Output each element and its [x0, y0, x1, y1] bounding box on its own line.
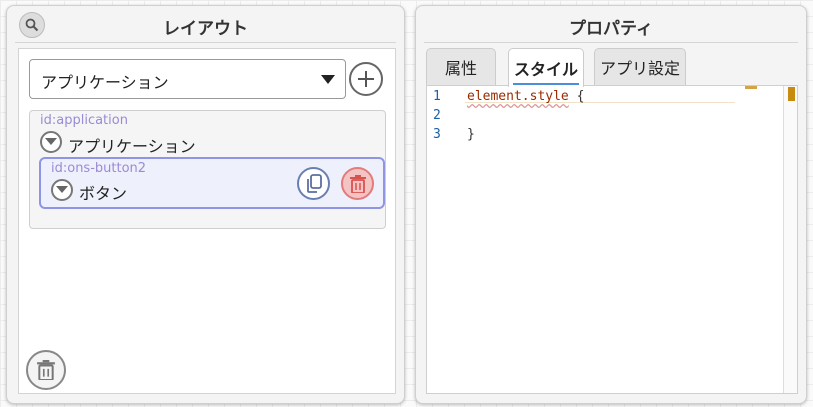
chevron-down-icon[interactable]: [40, 131, 62, 153]
layout-body: アプリケーション id:application アプリケーション id:ons-…: [18, 48, 396, 394]
layout-panel-title: レイアウト: [163, 19, 248, 39]
delete-node-button[interactable]: [341, 167, 374, 200]
copy-icon: [306, 173, 322, 193]
line-number: 3: [433, 127, 441, 142]
title-divider: [424, 42, 798, 43]
trash-icon: [37, 360, 55, 380]
tab-label: アプリ設定: [599, 59, 680, 78]
tree-child-id: id:ons-button2: [51, 161, 147, 176]
line-number: 1: [433, 89, 441, 104]
chevron-down-icon[interactable]: [51, 179, 73, 201]
trash-icon: [349, 174, 366, 193]
tree-root-label[interactable]: アプリケーション: [68, 133, 196, 157]
active-tab-indicator: [513, 83, 579, 85]
app-select[interactable]: アプリケーション: [29, 59, 346, 99]
property-tabs: 属性 スタイル アプリ設定: [426, 48, 798, 87]
css-editor[interactable]: 1 element.style { 2 3 }: [426, 85, 798, 394]
tree-node-selected[interactable]: id:ons-button2 ボタン: [39, 157, 385, 209]
caret-down-icon: [321, 75, 335, 84]
code-text: {: [568, 89, 585, 104]
tree-child-label: ボタン: [79, 184, 128, 203]
app-select-value: アプリケーション: [41, 73, 169, 92]
tab-label: スタイル: [513, 60, 578, 79]
add-button[interactable]: [349, 62, 383, 96]
tab-app-settings[interactable]: アプリ設定: [594, 48, 686, 85]
property-panel: プロパティ 属性 スタイル アプリ設定 1 element.style { 2 …: [415, 5, 807, 404]
scroll-marker: [788, 87, 795, 101]
delete-button[interactable]: [26, 350, 66, 390]
plus-icon: [358, 71, 374, 87]
tab-attributes[interactable]: 属性: [426, 48, 496, 85]
copy-button[interactable]: [297, 167, 330, 200]
code-line[interactable]: }: [467, 127, 475, 142]
layout-panel: レイアウト アプリケーション id:application アプリケーション i…: [6, 5, 405, 404]
tab-style[interactable]: スタイル: [508, 48, 584, 87]
css-selector: element.style: [467, 89, 569, 104]
component-tree: id:application アプリケーション id:ons-button2 ボ…: [29, 110, 386, 229]
line-number: 2: [433, 108, 441, 123]
tree-root-id: id:application: [40, 113, 128, 128]
tab-label: 属性: [444, 59, 477, 78]
code-text: }: [467, 127, 475, 142]
code-line[interactable]: element.style {: [467, 89, 584, 104]
title-divider: [15, 42, 396, 43]
overview-marker: [745, 86, 757, 89]
editor-scrollbar[interactable]: [783, 86, 797, 393]
property-panel-title: プロパティ: [569, 19, 653, 39]
